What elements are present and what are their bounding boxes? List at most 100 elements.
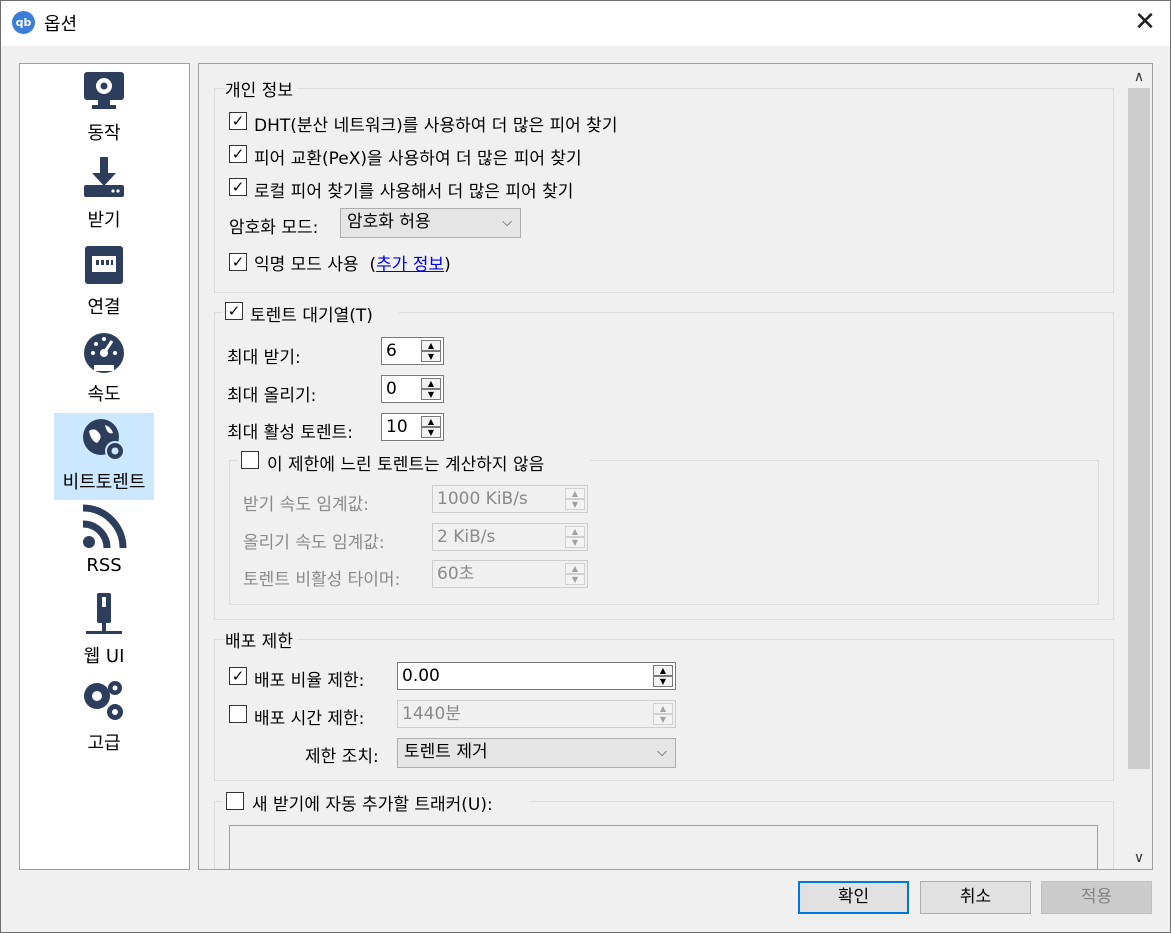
spin-up-icon[interactable]: ▲ [421, 416, 441, 427]
spin-up-icon[interactable]: ▲ [565, 488, 585, 499]
download-threshold-label: 받기 속도 임계값: [243, 495, 370, 515]
max-downloads-spinbox[interactable]: 6 ▲ ▼ [381, 337, 444, 365]
pex-checkbox[interactable]: ✓ [229, 145, 247, 163]
spin-down-icon[interactable]: ▼ [421, 389, 441, 400]
spin-down-icon[interactable]: ▼ [653, 714, 673, 725]
max-uploads-label: 최대 올리기: [227, 386, 317, 406]
lsd-checkbox[interactable]: ✓ [229, 178, 247, 196]
spin-down-icon[interactable]: ▼ [565, 574, 585, 585]
scroll-up-icon[interactable]: ∧ [1126, 66, 1152, 88]
close-button[interactable]: ✕ [1125, 8, 1165, 38]
chevron-down-icon: ⌵ [657, 745, 667, 760]
spin-up-icon[interactable]: ▲ [653, 665, 673, 676]
seeding-limits-title: 배포 제한 [225, 627, 297, 652]
more-info-link[interactable]: 추가 정보 [376, 255, 444, 275]
encryption-mode-label: 암호화 모드: [229, 218, 319, 238]
dht-label: DHT(분산 네트워크)를 사용하여 더 많은 피어 찾기 [254, 116, 618, 136]
max-active-torrents-spinbox[interactable]: 10 ▲ ▼ [381, 413, 444, 441]
rss-icon [82, 504, 127, 549]
inactivity-timer-label: 토렌트 비활성 타이머: [243, 570, 401, 590]
sidebar-item-advanced[interactable]: 고급 [54, 674, 154, 761]
seeding-time-checkbox[interactable] [229, 705, 247, 723]
upload-threshold-value: 2 KiB/s [437, 527, 496, 547]
vertical-scrollbar[interactable]: ∧ ∨ [1126, 64, 1152, 869]
speedometer-icon [84, 333, 124, 373]
download-icon [84, 157, 124, 197]
apply-button[interactable]: 적용 [1041, 881, 1152, 914]
auto-trackers-label: 새 받기에 자동 추가할 트래커(U): [252, 795, 493, 815]
max-active-torrents-label: 최대 활성 토렌트: [227, 423, 354, 443]
download-threshold-spinbox[interactable]: 1000 KiB/s ▲ ▼ [432, 485, 588, 513]
privacy-group-title: 개인 정보 [225, 76, 297, 101]
network-port-icon [85, 246, 123, 284]
max-uploads-spinbox[interactable]: 0 ▲ ▼ [381, 375, 444, 403]
spin-up-icon[interactable]: ▲ [565, 526, 585, 537]
sidebar-item-rss[interactable]: RSS [54, 500, 154, 587]
spin-down-icon[interactable]: ▼ [653, 676, 673, 687]
bittorrent-settings-panel: 개인 정보 ✓ DHT(분산 네트워크)를 사용하여 더 많은 피어 찾기 ✓ … [198, 63, 1153, 870]
limit-action-value: 토렌트 제거 [404, 742, 488, 762]
title-bar: qb 옵션 ✕ [0, 0, 1171, 46]
sidebar-item-label: 비트토렌트 [62, 472, 146, 493]
monitor-gear-icon [84, 72, 124, 109]
anonymous-mode-text: 익명 모드 사용 [254, 255, 359, 275]
trackers-textarea[interactable] [229, 825, 1098, 869]
sidebar-item-behavior[interactable]: 동작 [54, 64, 154, 151]
seeding-ratio-spinbox[interactable]: 0.00 ▲ ▼ [397, 662, 676, 690]
download-threshold-value: 1000 KiB/s [437, 489, 528, 509]
seeding-ratio-checkbox[interactable]: ✓ [229, 667, 247, 685]
gears-icon [84, 681, 123, 720]
slow-torrents-checkbox[interactable] [241, 451, 259, 469]
sidebar-item-speed[interactable]: 속도 [54, 325, 154, 412]
spin-down-icon[interactable]: ▼ [421, 351, 441, 362]
slow-torrents-label: 이 제한에 느린 토렌트는 계산하지 않음 [267, 455, 545, 475]
sidebar-item-label: 동작 [87, 123, 121, 144]
inactivity-timer-value: 60초 [437, 564, 475, 584]
max-active-torrents-value: 10 [386, 417, 408, 437]
scroll-thumb[interactable] [1128, 88, 1150, 769]
sidebar-item-label: 웹 UI [83, 646, 125, 667]
encryption-mode-value: 암호화 허용 [347, 212, 431, 232]
window-title: 옵션 [44, 14, 78, 35]
max-downloads-value: 6 [386, 341, 397, 361]
seeding-time-spinbox[interactable]: 1440분 ▲ ▼ [397, 700, 676, 728]
options-sidebar: 동작 받기 연결 속도 비트토렌트 RSS 웹 UI 고급 [19, 63, 190, 870]
spin-up-icon[interactable]: ▲ [565, 563, 585, 574]
torrent-queue-checkbox[interactable]: ✓ [225, 302, 243, 320]
anonymous-mode-label: 익명 모드 사용 (추가 정보) [254, 250, 451, 275]
spin-up-icon[interactable]: ▲ [421, 378, 441, 389]
pex-label: 피어 교환(PeX)을 사용하여 더 많은 피어 찾기 [254, 149, 582, 169]
seeding-time-value: 1440분 [402, 704, 461, 724]
scroll-down-icon[interactable]: ∨ [1126, 847, 1152, 869]
sidebar-item-label: 속도 [87, 384, 121, 405]
ok-button[interactable]: 확인 [798, 881, 909, 914]
upload-threshold-label: 올리기 속도 임계값: [243, 533, 385, 553]
sidebar-item-web-ui[interactable]: 웹 UI [54, 587, 154, 674]
dht-checkbox[interactable]: ✓ [229, 112, 247, 130]
encryption-mode-select[interactable]: 암호화 허용 ⌵ [340, 208, 521, 238]
auto-trackers-checkbox[interactable] [226, 792, 244, 810]
sidebar-item-connection[interactable]: 연결 [54, 238, 154, 325]
web-ui-icon [86, 593, 122, 634]
limit-action-select[interactable]: 토렌트 제거 ⌵ [397, 738, 676, 768]
inactivity-timer-spinbox[interactable]: 60초 ▲ ▼ [432, 560, 588, 588]
anonymous-mode-checkbox[interactable]: ✓ [229, 253, 247, 271]
spin-up-icon[interactable]: ▲ [421, 340, 441, 351]
spin-down-icon[interactable]: ▼ [565, 537, 585, 548]
seeding-ratio-label: 배포 비율 제한: [254, 671, 365, 691]
spin-down-icon[interactable]: ▼ [421, 427, 441, 438]
seeding-ratio-value: 0.00 [402, 666, 440, 686]
limit-action-label: 제한 조치: [305, 747, 379, 767]
spin-down-icon[interactable]: ▼ [565, 499, 585, 510]
sidebar-item-label: 연결 [87, 297, 121, 318]
cancel-button[interactable]: 취소 [920, 881, 1031, 914]
chevron-down-icon: ⌵ [502, 215, 512, 230]
sidebar-item-label: RSS [86, 555, 122, 576]
globe-gear-icon [83, 419, 125, 461]
sidebar-item-bittorrent[interactable]: 비트토렌트 [54, 413, 154, 500]
seeding-time-label: 배포 시간 제한: [254, 709, 365, 729]
lsd-label: 로컬 피어 찾기를 사용해서 더 많은 피어 찾기 [254, 182, 574, 202]
spin-up-icon[interactable]: ▲ [653, 703, 673, 714]
upload-threshold-spinbox[interactable]: 2 KiB/s ▲ ▼ [432, 523, 588, 551]
sidebar-item-downloads[interactable]: 받기 [54, 151, 154, 238]
